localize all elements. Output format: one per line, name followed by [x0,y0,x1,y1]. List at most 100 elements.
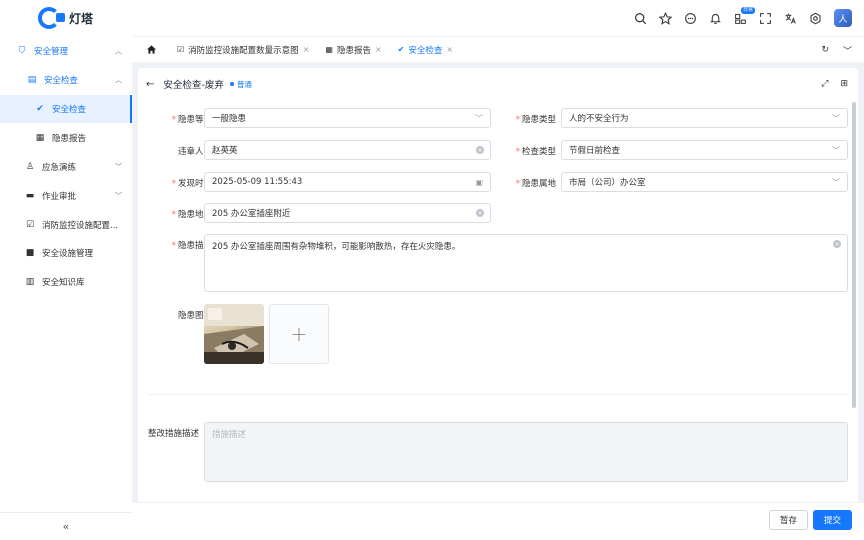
required-mark: * [171,115,176,125]
close-icon[interactable]: × [303,45,310,54]
panel-header-actions: ⤢ ⊞ [821,68,848,100]
close-icon[interactable]: × [375,45,382,54]
violator-value: 赵英英 [212,146,238,156]
star-icon[interactable] [653,6,678,31]
tab-label: 消防监控设施配置数量示意图 [188,45,299,56]
chevron-down-icon: ﹀ [115,163,122,171]
save-draft-button[interactable]: 暂存 [769,510,809,530]
logo-icon [38,7,65,29]
required-mark: * [171,179,176,189]
facility-icon: ■ [25,248,35,258]
tab-home[interactable] [132,37,169,63]
sidebar-item-safety-management[interactable]: ⛉ 安全管理 ︿ [0,37,132,65]
chevron-down-icon[interactable]: ﹀ [843,44,852,57]
user-avatar[interactable]: 人 [834,9,852,27]
sidebar-item-label: 消防监控设施配置... [42,221,119,231]
home-icon [147,45,156,54]
hazard-area-value: 市局（公司）办公室 [569,178,646,188]
person-icon: ♙ [25,162,35,172]
calendar-icon: ▣ [475,177,483,187]
sidebar-item-work-approval[interactable]: ▬ 作业审批 ﹀ [0,182,132,210]
chevron-up-icon: ︿ [115,76,122,84]
sidebar-item-fire-monitoring[interactable]: ☑ 消防监控设施配置... [0,211,132,239]
hazard-type-value: 人的不安全行为 [569,114,629,124]
fullscreen-icon[interactable]: ⤢ [821,79,828,89]
sidebar-item-safety-check[interactable]: ✔ 安全检查 [0,95,132,123]
hazard-level-label: * 隐患等级 [171,115,212,125]
sidebar: ⛉ 安全管理 ︿ ▤ 安全检查 ︿ ✔ 安全检查 ▦ 隐患报告 ♙ 应急演练 ﹀… [0,36,132,540]
page-title: 安全检查-废弃 [163,80,224,91]
plus-icon: + [290,322,308,346]
barcode-icon: ▥ [25,277,35,287]
monitor-icon: ☑ [25,220,35,230]
status-dot-icon [229,82,234,86]
sidebar-item-label: 应急演练 [42,163,77,173]
submit-button[interactable]: 提交 [813,510,853,530]
sidebar-item-label: 安全管理 [34,47,69,57]
close-icon[interactable]: × [446,45,453,54]
sidebar-item-label: 安全设施管理 [42,249,94,259]
hazard-desc-textarea[interactable]: 205 办公室插座周围有杂物堆积，可能影响散热，存在火灾隐患。 × [204,234,848,292]
sidebar-item-knowledge-base[interactable]: ▥ 安全知识库 [0,268,132,296]
rectify-desc-label: 整改措施描述 [148,429,200,439]
check-circle-icon: ✔ [397,45,405,54]
clear-icon[interactable]: × [476,146,484,154]
sidebar-item-label: 安全检查 [52,105,87,115]
tab-bar: ☑ 消防监控设施配置数量示意图 × ▦ 隐患报告 × ✔ 安全检查 × ↻ ﹀ [132,36,864,62]
tab-hazard-report[interactable]: ▦ 隐患报告 × [317,37,389,63]
violator-label: 违章人员 [177,147,212,157]
flowchart-icon[interactable]: ⊞ [840,79,848,89]
tab-safety-check[interactable]: ✔ 安全检查 × [390,37,461,63]
refresh-icon[interactable]: ↻ [821,45,829,55]
hazard-photo-thumbnail[interactable] [204,304,264,364]
hazard-location-label: * 隐患地点 [171,210,212,220]
hazard-type-select[interactable]: 人的不安全行为 ﹀ [561,108,848,128]
hazard-location-value: 205 办公室插座附近 [212,209,291,219]
panel-header: ← 安全检查-废弃 普通 ⤢ ⊞ [138,68,858,100]
form-scrollbar[interactable] [852,102,856,408]
rectify-desc-placeholder: 措施描述 [212,430,247,440]
check-circle-icon: ✔ [36,104,44,114]
upload-image-button[interactable]: + [269,304,329,364]
sidebar-item-label: 安全检查 [44,76,79,86]
form-footer: 暂存 提交 [132,502,864,540]
sidebar-item-emergency-drill[interactable]: ♙ 应急演练 ﹀ [0,153,132,181]
top-header: 灯塔 日常 人 [0,0,864,36]
app-logo[interactable]: 灯塔 [38,7,93,29]
sidebar-item-label: 作业审批 [42,192,77,202]
found-time-picker[interactable]: 2025-05-09 11:55:43 ▣ [204,172,491,192]
hazard-location-input[interactable]: 205 办公室插座附近 × [204,203,491,223]
chevron-down-icon: ﹀ [475,113,483,123]
hazard-type-label: * 隐患类型 [515,115,556,125]
hazard-area-select[interactable]: 市局（公司）办公室 ﹀ [561,172,848,192]
sidebar-item-label: 安全知识库 [42,278,85,288]
rectify-desc-textarea[interactable]: 措施描述 [204,422,848,482]
settings-icon[interactable] [803,6,828,31]
sidebar-item-safety-facility[interactable]: ■ 安全设施管理 [0,239,132,267]
clear-icon[interactable]: × [476,209,484,217]
tab-fire-monitoring-diagram[interactable]: ☑ 消防监控设施配置数量示意图 × [169,37,317,63]
search-icon[interactable] [628,6,653,31]
bell-icon[interactable] [703,6,728,31]
back-arrow-icon[interactable]: ← [146,79,154,90]
chevron-down-icon: ﹀ [832,177,840,187]
sidebar-collapse-button[interactable]: « [0,512,132,540]
clear-icon[interactable]: × [833,240,841,248]
check-type-label: * 检查类型 [515,147,556,157]
fullscreen-icon[interactable] [753,6,778,31]
approval-icon: ▬ [25,191,35,201]
sidebar-item-hazard-report[interactable]: ▦ 隐患报告 [0,124,132,152]
sidebar-item-safety-check-group[interactable]: ▤ 安全检查 ︿ [0,66,132,94]
apps-icon[interactable]: 日常 [728,6,755,31]
hazard-level-select[interactable]: 一般隐患 ﹀ [204,108,491,128]
violator-input[interactable]: 赵英英 × [204,140,491,160]
check-type-select[interactable]: 节假日前检查 ﹀ [561,140,848,160]
message-icon[interactable] [678,6,703,31]
section-divider [148,394,848,395]
required-mark: * [171,241,176,251]
hazard-area-label: * 隐患属地 [515,179,556,189]
hazard-images-label: 隐患图片 [177,311,212,321]
translate-icon[interactable] [778,6,803,31]
tab-label: 隐患报告 [336,45,371,56]
shield-icon: ⛉ [18,46,26,56]
